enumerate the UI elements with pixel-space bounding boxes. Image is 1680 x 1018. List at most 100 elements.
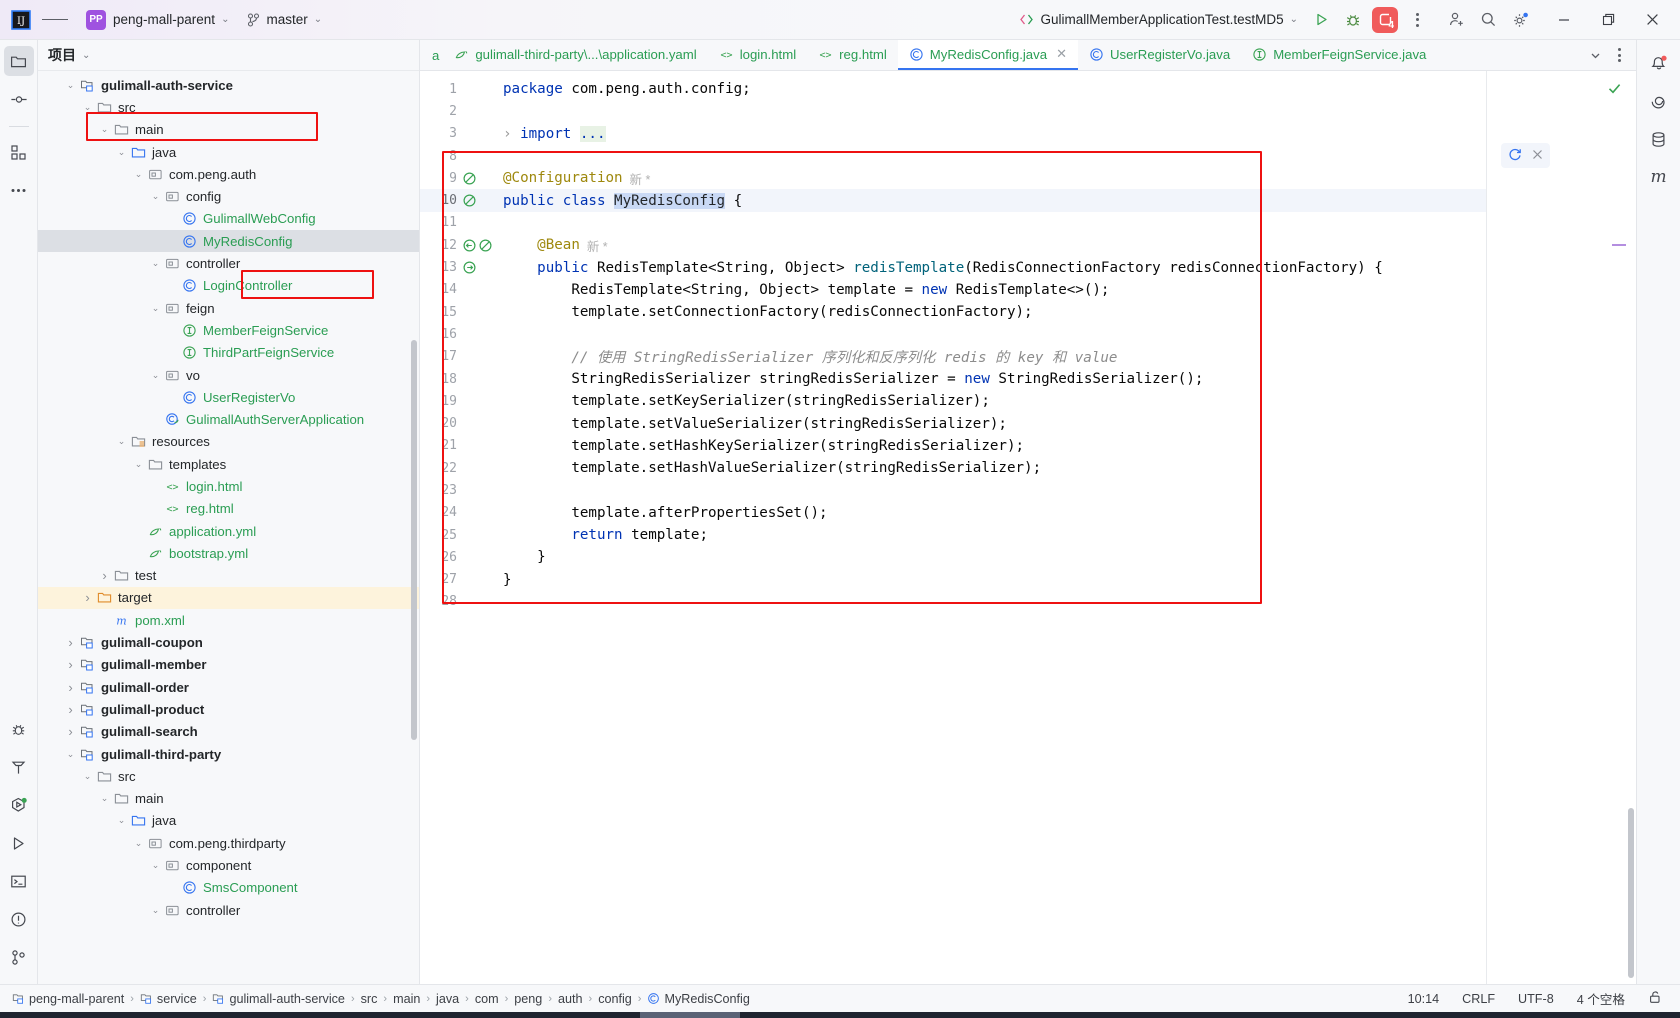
code-line[interactable]: RedisTemplate<String, Object> template =… xyxy=(498,279,1486,301)
breadcrumb-item[interactable]: service xyxy=(136,991,201,1007)
code-line[interactable]: package com.peng.auth.config; xyxy=(498,78,1486,100)
tree-item-com-peng-thirdparty[interactable]: ⌄ com.peng.thirdparty xyxy=(38,832,419,854)
gutter-line[interactable]: 13 xyxy=(420,256,498,278)
chevron-down-icon[interactable]: ⌄ xyxy=(148,370,163,381)
indent-setting[interactable]: 4 个空格 xyxy=(1573,988,1629,1009)
unlocked-icon[interactable] xyxy=(1644,989,1666,1008)
gutter-line[interactable]: 20 xyxy=(420,412,498,434)
gutter-line[interactable]: 17 xyxy=(420,346,498,368)
hamburger-menu-icon[interactable] xyxy=(42,7,69,33)
terminal-tool-icon[interactable] xyxy=(4,866,34,896)
debug-tool-icon[interactable] xyxy=(4,714,34,744)
search-icon[interactable] xyxy=(1473,6,1503,34)
bean-gutter-icon[interactable] xyxy=(462,193,477,208)
code-line[interactable]: › import ... xyxy=(498,123,1486,145)
code-line[interactable] xyxy=(498,323,1486,345)
navigate-gutter-icon[interactable] xyxy=(462,238,477,253)
gutter-line[interactable]: 19 xyxy=(420,390,498,412)
chevron-down-icon[interactable]: ⌄ xyxy=(148,303,163,314)
code-line[interactable]: } xyxy=(498,546,1486,568)
run-tool-icon[interactable] xyxy=(4,828,34,858)
tree-item-com-peng-auth[interactable]: ⌄ com.peng.auth xyxy=(38,163,419,185)
file-encoding[interactable]: UTF-8 xyxy=(1514,991,1558,1007)
build-tool-icon[interactable] xyxy=(4,752,34,782)
code-line[interactable]: public class MyRedisConfig { xyxy=(498,189,1486,212)
tree-item-reg-html[interactable]: <> reg.html xyxy=(38,498,419,520)
tree-item-controller[interactable]: ⌄ controller xyxy=(38,252,419,274)
chevron-down-icon[interactable]: ⌄ xyxy=(80,102,95,113)
chevron-down-icon[interactable]: ⌄ xyxy=(80,771,95,782)
chevron-down-icon[interactable]: ⌄ xyxy=(148,905,163,916)
tree-item-logincontroller[interactable]: LoginController xyxy=(38,275,419,297)
chevron-down-icon[interactable]: ⌄ xyxy=(114,815,129,826)
code-editor[interactable]: package com.peng.auth.config; › import ..… xyxy=(498,71,1486,984)
chevron-down-icon[interactable]: ⌄ xyxy=(131,169,146,180)
editor-tabs[interactable]: a gulimall-third-party\...\application.ya… xyxy=(420,40,1578,70)
maven-icon[interactable]: m xyxy=(1644,162,1674,192)
chevron-down-icon[interactable]: ⌄ xyxy=(131,838,146,849)
services-tool-icon[interactable] xyxy=(4,790,34,820)
breadcrumb-item[interactable]: MyRedisConfig xyxy=(643,991,753,1007)
maximize-button[interactable] xyxy=(1586,0,1630,40)
tree-item-config[interactable]: ⌄ config xyxy=(38,185,419,207)
chevron-down-icon[interactable]: ⌄ xyxy=(63,80,78,91)
tree-item-src[interactable]: ⌄ src xyxy=(38,765,419,787)
tree-item-feign[interactable]: ⌄ feign xyxy=(38,297,419,319)
tree-item-gulimall-auth-service[interactable]: ⌄ gulimall-auth-service xyxy=(38,74,419,96)
chevron-right-icon[interactable]: › xyxy=(63,680,78,695)
tree-item-gulimall-member[interactable]: › gulimall-member xyxy=(38,654,419,676)
chevron-down-icon[interactable] xyxy=(1584,44,1606,66)
branch-selector[interactable]: master ⌄ xyxy=(241,7,328,33)
tree-item-userregistervo[interactable]: UserRegisterVo xyxy=(38,386,419,408)
tree-item-pom-xml[interactable]: m pom.xml xyxy=(38,609,419,631)
gutter-line[interactable]: 26 xyxy=(420,546,498,568)
bean-gutter-icon[interactable] xyxy=(462,171,477,186)
more-options-icon[interactable] xyxy=(1608,44,1630,66)
fold-chevron-icon[interactable]: › xyxy=(503,126,520,142)
tab-memberfeignservice-java[interactable]: MemberFeignService.java xyxy=(1241,40,1437,70)
chevron-right-icon[interactable]: › xyxy=(80,590,95,605)
tree-item-myredisconfig[interactable]: MyRedisConfig xyxy=(38,230,419,253)
editor-hint-chip[interactable] xyxy=(1501,143,1550,168)
tree-item-thirdpartfeignservice[interactable]: ThirdPartFeignService xyxy=(38,342,419,364)
breadcrumb-item[interactable]: peng-mall-parent xyxy=(8,991,128,1007)
tree-item-memberfeignservice[interactable]: MemberFeignService xyxy=(38,319,419,341)
notifications-icon[interactable] xyxy=(1644,48,1674,78)
tree-item-test[interactable]: › test xyxy=(38,565,419,587)
chevron-down-icon[interactable]: ⌄ xyxy=(63,749,78,760)
chevron-right-icon[interactable]: › xyxy=(63,702,78,717)
tab-partial-overflow[interactable]: a xyxy=(420,40,443,70)
tab-userregistervo-java[interactable]: UserRegisterVo.java xyxy=(1078,40,1241,70)
chevron-down-icon[interactable]: ⌄ xyxy=(114,436,129,447)
code-line[interactable]: } xyxy=(498,569,1486,591)
tree-item-java[interactable]: ⌄ java xyxy=(38,810,419,832)
tree-item-gulimallwebconfig[interactable]: GulimallWebConfig xyxy=(38,208,419,230)
gutter-line[interactable]: 24 xyxy=(420,502,498,524)
breadcrumb-item[interactable]: src xyxy=(357,991,382,1007)
code-line[interactable]: template.setValueSerializer(stringRedisS… xyxy=(498,412,1486,434)
gear-icon[interactable] xyxy=(1505,6,1535,34)
breadcrumb-item[interactable]: gulimall-auth-service xyxy=(208,991,348,1007)
tree-item-component[interactable]: ⌄ component xyxy=(38,854,419,876)
code-line[interactable]: @Bean 新 * xyxy=(498,234,1486,256)
tree-item-gulimall-third-party[interactable]: ⌄ gulimall-third-party xyxy=(38,743,419,765)
chevron-right-icon[interactable]: › xyxy=(97,568,112,583)
code-line[interactable]: template.setConnectionFactory(redisConne… xyxy=(498,301,1486,323)
problems-tool-icon[interactable] xyxy=(4,904,34,934)
tree-item-templates[interactable]: ⌄ templates xyxy=(38,453,419,475)
breadcrumb-item[interactable]: auth xyxy=(554,991,587,1007)
minimize-button[interactable] xyxy=(1542,0,1586,40)
close-button[interactable] xyxy=(1630,0,1674,40)
chevron-down-icon[interactable]: ⌄ xyxy=(131,459,146,470)
refresh-icon[interactable] xyxy=(1508,147,1522,164)
code-line[interactable]: return template; xyxy=(498,524,1486,546)
tab-close-icon[interactable]: ✕ xyxy=(1056,46,1067,62)
editor-gutter[interactable]: 1 2 3 8 9 10 11 12 13 14 15 16 17 18 19 20 21 22 23 24 25 26 2… xyxy=(420,71,498,984)
breadcrumb-item[interactable]: config xyxy=(594,991,636,1007)
tree-item-gulimall-coupon[interactable]: › gulimall-coupon xyxy=(38,631,419,653)
gutter-line[interactable]: 16 xyxy=(420,323,498,345)
gutter-line[interactable]: 28 xyxy=(420,591,498,613)
tab-myredisconfig-java[interactable]: MyRedisConfig.java ✕ xyxy=(897,40,1078,70)
gutter-line[interactable]: 23 xyxy=(420,479,498,501)
debug-button[interactable] xyxy=(1338,6,1368,34)
